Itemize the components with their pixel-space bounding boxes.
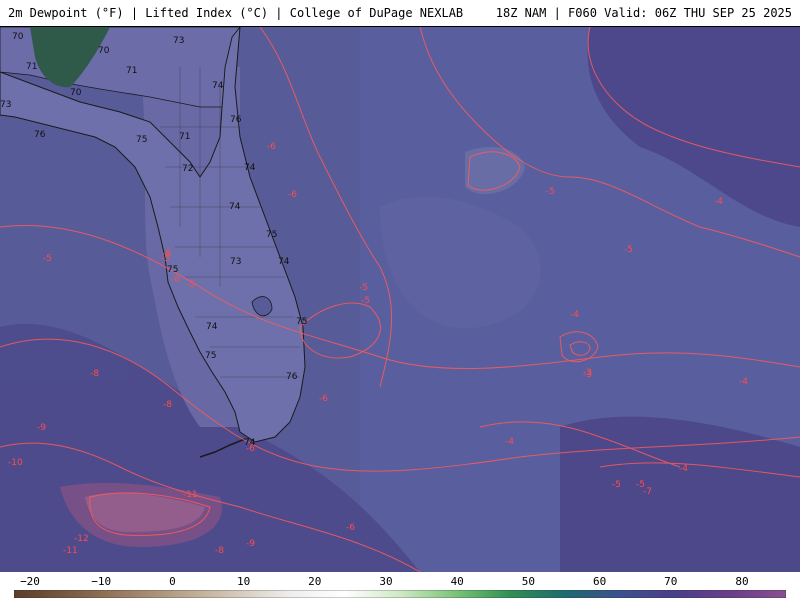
dp-label: 70	[70, 88, 82, 98]
li-label: -6	[346, 523, 355, 533]
li-label: -9	[246, 539, 255, 549]
colorbar-tick-label: 10	[236, 575, 251, 588]
dp-label: 75	[266, 230, 277, 240]
colorbar-tick-label: 30	[379, 575, 393, 588]
li-label: -6	[288, 190, 297, 200]
colorbar-area: −20 −10 0 10 20 30 40 50 60 70 80	[0, 572, 800, 600]
dp-label: 76	[286, 372, 298, 382]
li-label: -11	[63, 546, 78, 556]
li-label: -5	[359, 283, 368, 293]
colorbar-tick-label: 50	[521, 575, 536, 588]
li-label: -5	[361, 296, 370, 306]
dp-label: 76	[230, 115, 242, 125]
li-label: -4	[714, 197, 723, 207]
li-label: -8	[162, 249, 171, 259]
li-label: -6	[171, 275, 180, 285]
dp-label: 73	[0, 100, 11, 110]
dp-label: 74	[244, 438, 256, 448]
dp-label: 71	[26, 62, 37, 72]
li-label: -7	[643, 487, 652, 497]
li-label: -8	[163, 400, 172, 410]
dp-label: 71	[179, 132, 190, 142]
li-label: -8	[90, 369, 99, 379]
colorbar-tick-label: 20	[308, 575, 322, 588]
li-label: -11	[183, 490, 198, 500]
dp-label: 71	[126, 66, 137, 76]
dp-label: 74	[244, 163, 256, 173]
colorbar-tick-label: −20	[20, 575, 40, 588]
dp-label: 76	[34, 130, 46, 140]
colorbar-tick-label: 40	[450, 575, 464, 588]
dp-label: 73	[230, 257, 241, 267]
dp-label: 74	[212, 81, 224, 91]
dp-label: 75	[136, 135, 147, 145]
map-header: 2m Dewpoint (°F) | Lifted Index (°C) | C…	[0, 0, 800, 27]
li-label: -5	[624, 245, 633, 255]
li-label: -5	[612, 480, 621, 490]
li-label: -5	[186, 280, 195, 290]
colorbar-tick-label: 0	[169, 575, 176, 588]
model-run-info: 18Z NAM | F060 Valid: 06Z THU SEP 25 202…	[495, 6, 792, 20]
colorbar-tick-label: −10	[91, 575, 112, 588]
dp-label: 70	[98, 46, 110, 56]
dp-label: 75	[167, 265, 178, 275]
colorbar-tick-label: 70	[664, 575, 678, 588]
colorbar	[14, 590, 786, 598]
li-label: -6	[267, 142, 276, 152]
li-label: -10	[8, 458, 23, 468]
dp-label: 73	[173, 36, 184, 46]
li-label: -4	[739, 377, 748, 387]
li-label: -5	[546, 187, 555, 197]
dp-label: 74	[278, 257, 290, 267]
dp-label: 74	[206, 322, 218, 332]
dp-label: 74	[229, 202, 241, 212]
colorbar-tick-label: 80	[735, 575, 749, 588]
weather-map: -6 -6 -5 -5 -5 -5 -5 -5 -6 -6 -5 -3 -4 -…	[0, 27, 800, 572]
dp-label: 75	[296, 317, 307, 327]
dp-label: 70	[12, 32, 24, 42]
li-label: -4	[679, 464, 688, 474]
li-label: -9	[37, 423, 46, 433]
li-label: -3	[583, 368, 592, 378]
dp-label: 75	[205, 351, 216, 361]
dp-label: 72	[182, 164, 193, 174]
li-label: -4	[505, 437, 514, 447]
li-label: -6	[319, 394, 328, 404]
colorbar-tick-label: 60	[592, 575, 607, 588]
li-label: -12	[74, 534, 89, 544]
li-label: -4	[570, 310, 579, 320]
map-title: 2m Dewpoint (°F) | Lifted Index (°C) | C…	[8, 6, 464, 20]
li-label: -8	[215, 546, 224, 556]
li-label: -5	[43, 254, 52, 264]
